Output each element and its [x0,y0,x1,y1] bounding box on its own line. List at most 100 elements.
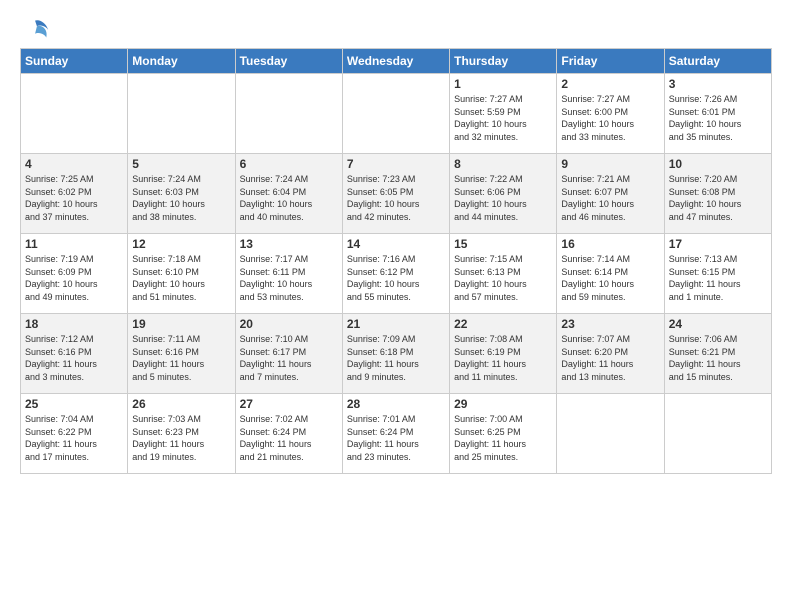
calendar-week-3: 11 Sunrise: 7:19 AM Sunset: 6:09 PM Dayli… [21,234,772,314]
calendar-cell: 8Sunrise: 7:22 AM Sunset: 6:06 PM Daylig… [450,154,557,234]
calendar-header-saturday: Saturday [664,49,771,74]
calendar-table: SundayMondayTuesdayWednesdayThursdayFrid… [20,48,772,474]
calendar-cell: 27 Sunrise: 7:02 AM Sunset: 6:24 PM Dayli… [235,394,342,474]
day-info: Sunrise: 7:08 AM Sunset: 6:19 PM Dayligh… [454,333,552,383]
calendar-cell: 9 Sunrise: 7:21 AM Sunset: 6:07 PM Daylig… [557,154,664,234]
calendar-header-sunday: Sunday [21,49,128,74]
day-info: Sunrise: 7:13 AM Sunset: 6:15 PM Dayligh… [669,253,767,303]
calendar-body: 1Sunrise: 7:27 AM Sunset: 5:59 PM Daylig… [21,74,772,474]
day-info: Sunrise: 7:15 AM Sunset: 6:13 PM Dayligh… [454,253,552,303]
day-number: 5 [132,157,230,171]
calendar-cell: 20 Sunrise: 7:10 AM Sunset: 6:17 PM Dayli… [235,314,342,394]
calendar-cell [557,394,664,474]
day-info: Sunrise: 7:24 AM Sunset: 6:03 PM Dayligh… [132,173,230,223]
day-info: Sunrise: 7:26 AM Sunset: 6:01 PM Dayligh… [669,93,767,143]
calendar-week-4: 18Sunrise: 7:12 AM Sunset: 6:16 PM Dayli… [21,314,772,394]
logo [20,16,50,44]
calendar-cell: 12 Sunrise: 7:18 AM Sunset: 6:10 PM Dayli… [128,234,235,314]
day-info: Sunrise: 7:24 AM Sunset: 6:04 PM Dayligh… [240,173,338,223]
day-info: Sunrise: 7:16 AM Sunset: 6:12 PM Dayligh… [347,253,445,303]
day-info: Sunrise: 7:27 AM Sunset: 6:00 PM Dayligh… [561,93,659,143]
calendar-week-2: 4 Sunrise: 7:25 AM Sunset: 6:02 PM Daylig… [21,154,772,234]
day-number: 18 [25,317,123,331]
day-number: 10 [669,157,767,171]
day-number: 15 [454,237,552,251]
day-info: Sunrise: 7:22 AM Sunset: 6:06 PM Dayligh… [454,173,552,223]
day-info: Sunrise: 7:01 AM Sunset: 6:24 PM Dayligh… [347,413,445,463]
calendar-cell: 2 Sunrise: 7:27 AM Sunset: 6:00 PM Daylig… [557,74,664,154]
day-number: 4 [25,157,123,171]
calendar-cell: 11 Sunrise: 7:19 AM Sunset: 6:09 PM Dayli… [21,234,128,314]
calendar-week-5: 25 Sunrise: 7:04 AM Sunset: 6:22 PM Dayli… [21,394,772,474]
day-info: Sunrise: 7:14 AM Sunset: 6:14 PM Dayligh… [561,253,659,303]
day-info: Sunrise: 7:02 AM Sunset: 6:24 PM Dayligh… [240,413,338,463]
day-info: Sunrise: 7:09 AM Sunset: 6:18 PM Dayligh… [347,333,445,383]
day-info: Sunrise: 7:27 AM Sunset: 5:59 PM Dayligh… [454,93,552,143]
day-number: 13 [240,237,338,251]
day-number: 14 [347,237,445,251]
calendar-cell [664,394,771,474]
day-number: 20 [240,317,338,331]
calendar-header-tuesday: Tuesday [235,49,342,74]
calendar-cell: 19Sunrise: 7:11 AM Sunset: 6:16 PM Dayli… [128,314,235,394]
calendar-header-thursday: Thursday [450,49,557,74]
day-info: Sunrise: 7:00 AM Sunset: 6:25 PM Dayligh… [454,413,552,463]
calendar-header-row: SundayMondayTuesdayWednesdayThursdayFrid… [21,49,772,74]
calendar-header-friday: Friday [557,49,664,74]
day-info: Sunrise: 7:17 AM Sunset: 6:11 PM Dayligh… [240,253,338,303]
day-number: 27 [240,397,338,411]
day-info: Sunrise: 7:11 AM Sunset: 6:16 PM Dayligh… [132,333,230,383]
day-number: 24 [669,317,767,331]
day-number: 2 [561,77,659,91]
day-info: Sunrise: 7:21 AM Sunset: 6:07 PM Dayligh… [561,173,659,223]
day-number: 17 [669,237,767,251]
calendar-cell: 10 Sunrise: 7:20 AM Sunset: 6:08 PM Dayli… [664,154,771,234]
day-info: Sunrise: 7:10 AM Sunset: 6:17 PM Dayligh… [240,333,338,383]
logo-icon [22,16,50,44]
calendar-cell: 13 Sunrise: 7:17 AM Sunset: 6:11 PM Dayli… [235,234,342,314]
day-info: Sunrise: 7:20 AM Sunset: 6:08 PM Dayligh… [669,173,767,223]
day-info: Sunrise: 7:06 AM Sunset: 6:21 PM Dayligh… [669,333,767,383]
day-info: Sunrise: 7:25 AM Sunset: 6:02 PM Dayligh… [25,173,123,223]
day-number: 21 [347,317,445,331]
calendar-cell [342,74,449,154]
day-number: 11 [25,237,123,251]
calendar-cell: 28 Sunrise: 7:01 AM Sunset: 6:24 PM Dayli… [342,394,449,474]
day-number: 22 [454,317,552,331]
day-number: 9 [561,157,659,171]
calendar-cell: 29 Sunrise: 7:00 AM Sunset: 6:25 PM Dayli… [450,394,557,474]
day-number: 7 [347,157,445,171]
calendar-cell: 14 Sunrise: 7:16 AM Sunset: 6:12 PM Dayli… [342,234,449,314]
page-container: SundayMondayTuesdayWednesdayThursdayFrid… [0,0,792,484]
calendar-cell: 7 Sunrise: 7:23 AM Sunset: 6:05 PM Daylig… [342,154,449,234]
calendar-cell: 21 Sunrise: 7:09 AM Sunset: 6:18 PM Dayli… [342,314,449,394]
calendar-cell [235,74,342,154]
calendar-cell: 5 Sunrise: 7:24 AM Sunset: 6:03 PM Daylig… [128,154,235,234]
day-number: 25 [25,397,123,411]
calendar-week-1: 1Sunrise: 7:27 AM Sunset: 5:59 PM Daylig… [21,74,772,154]
header [20,16,772,44]
day-number: 6 [240,157,338,171]
calendar-cell [21,74,128,154]
calendar-header-monday: Monday [128,49,235,74]
calendar-cell: 6 Sunrise: 7:24 AM Sunset: 6:04 PM Daylig… [235,154,342,234]
day-number: 29 [454,397,552,411]
calendar-cell: 1Sunrise: 7:27 AM Sunset: 5:59 PM Daylig… [450,74,557,154]
day-number: 28 [347,397,445,411]
day-number: 16 [561,237,659,251]
day-info: Sunrise: 7:19 AM Sunset: 6:09 PM Dayligh… [25,253,123,303]
calendar-cell: 17 Sunrise: 7:13 AM Sunset: 6:15 PM Dayli… [664,234,771,314]
calendar-cell: 4 Sunrise: 7:25 AM Sunset: 6:02 PM Daylig… [21,154,128,234]
day-info: Sunrise: 7:18 AM Sunset: 6:10 PM Dayligh… [132,253,230,303]
day-number: 3 [669,77,767,91]
calendar-cell: 25 Sunrise: 7:04 AM Sunset: 6:22 PM Dayli… [21,394,128,474]
day-info: Sunrise: 7:23 AM Sunset: 6:05 PM Dayligh… [347,173,445,223]
day-number: 26 [132,397,230,411]
calendar-cell: 16 Sunrise: 7:14 AM Sunset: 6:14 PM Dayli… [557,234,664,314]
day-info: Sunrise: 7:04 AM Sunset: 6:22 PM Dayligh… [25,413,123,463]
calendar-cell: 23Sunrise: 7:07 AM Sunset: 6:20 PM Dayli… [557,314,664,394]
calendar-cell: 22 Sunrise: 7:08 AM Sunset: 6:19 PM Dayli… [450,314,557,394]
calendar-cell: 3 Sunrise: 7:26 AM Sunset: 6:01 PM Daylig… [664,74,771,154]
day-number: 12 [132,237,230,251]
calendar-cell: 18Sunrise: 7:12 AM Sunset: 6:16 PM Dayli… [21,314,128,394]
